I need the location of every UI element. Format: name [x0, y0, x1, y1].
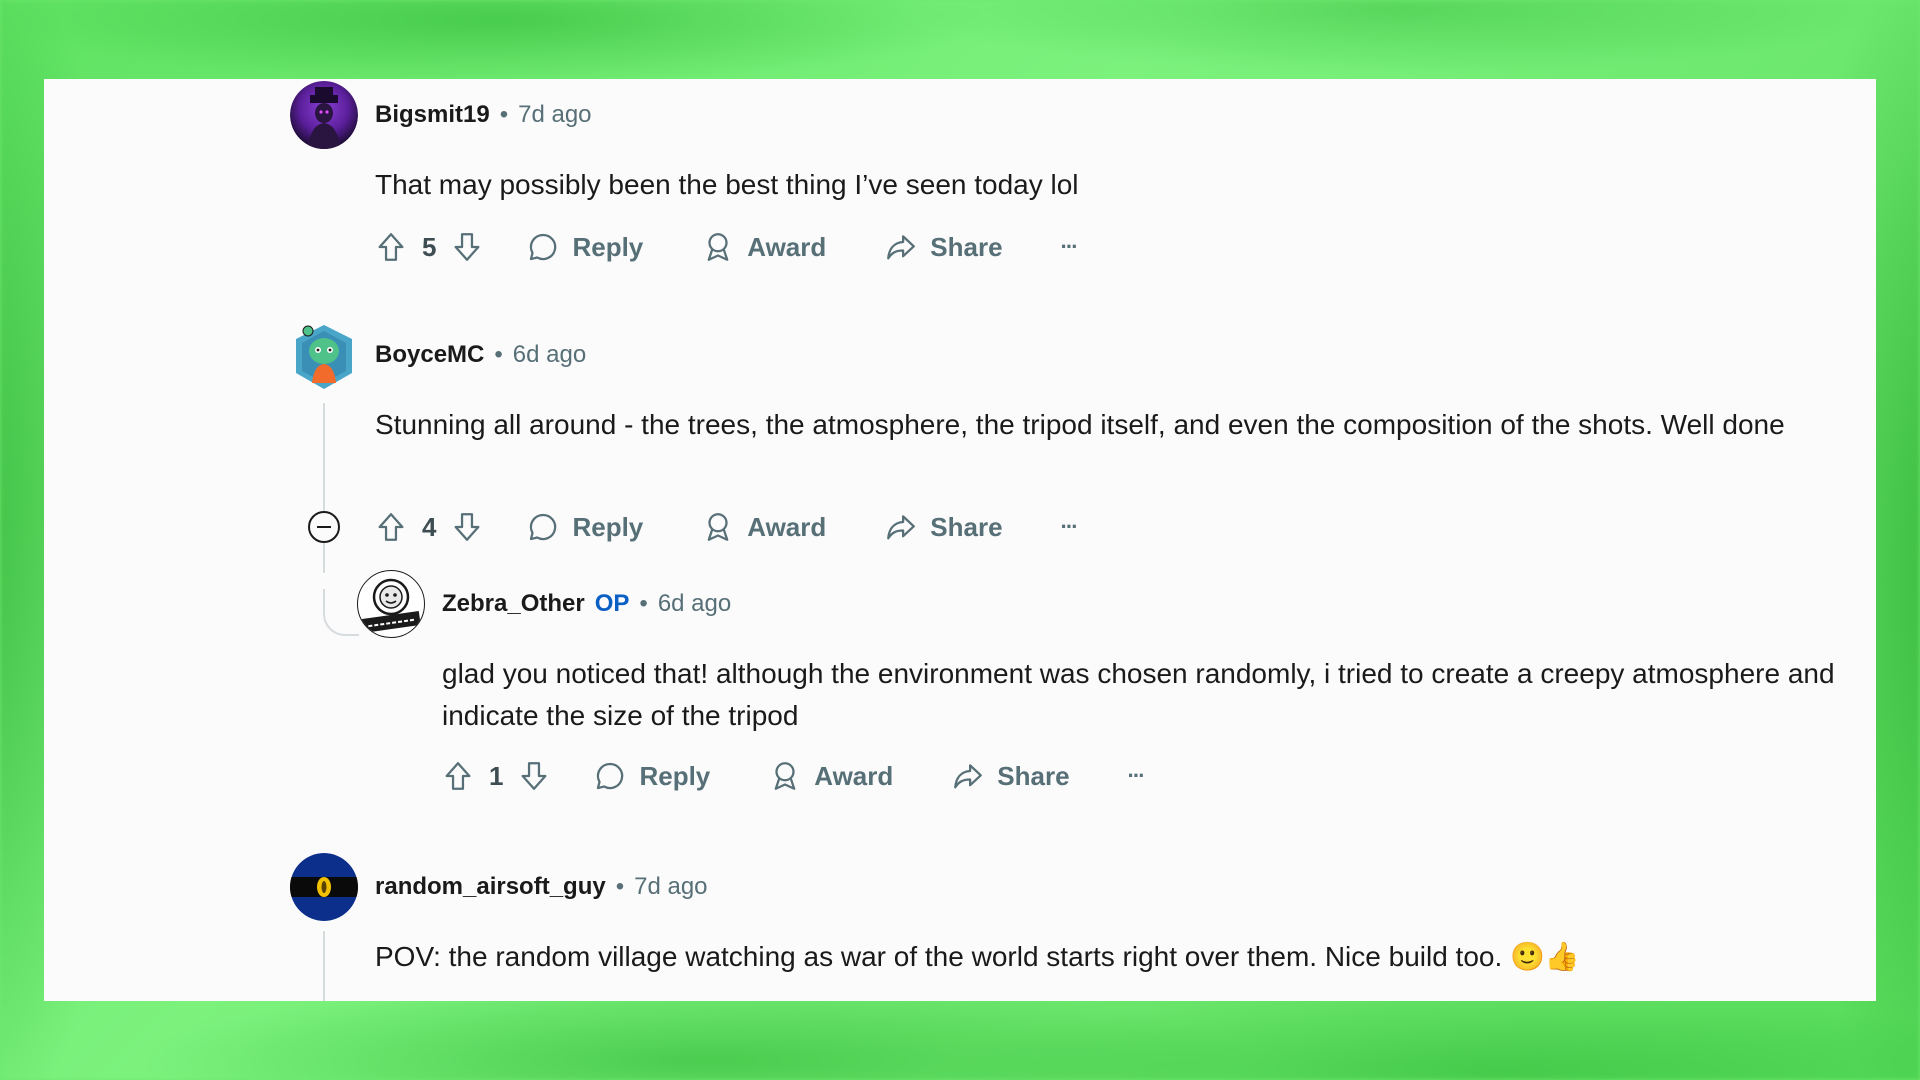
reply-button[interactable]: Reply	[526, 510, 643, 544]
share-arrow-icon	[884, 230, 918, 264]
award-label: Award	[814, 760, 894, 791]
comment-age[interactable]: 7d ago	[634, 873, 707, 901]
avatar[interactable]	[290, 81, 358, 149]
more-options-button[interactable]: ···	[1060, 514, 1079, 540]
author-name[interactable]: BoyceMC	[375, 341, 484, 369]
author-name[interactable]: Zebra_Other	[442, 590, 585, 618]
award-button[interactable]: Award	[768, 759, 893, 793]
downvote-icon[interactable]	[450, 510, 484, 544]
upvote-icon[interactable]	[441, 759, 475, 793]
speech-bubble-icon	[593, 759, 627, 793]
thread-line-random-airsoft	[323, 931, 325, 1001]
vote-score: 5	[422, 231, 437, 262]
meta-separator: •	[639, 590, 648, 617]
comment-meta: BoyceMC • 6d ago	[375, 341, 586, 369]
op-badge: OP	[594, 590, 630, 617]
ellipsis-icon: ···	[1127, 763, 1146, 788]
collapse-thread-button[interactable]	[308, 511, 340, 543]
share-button[interactable]: Share	[884, 510, 1003, 544]
ellipsis-icon: ···	[1060, 514, 1079, 539]
reply-button[interactable]: Reply	[593, 759, 710, 793]
share-arrow-icon	[884, 510, 918, 544]
comment-body: glad you noticed that! although the envi…	[442, 658, 1835, 731]
thread-elbow-reply	[323, 589, 359, 636]
share-button[interactable]: Share	[951, 759, 1070, 793]
thread-line-boycemc	[323, 403, 325, 573]
share-label: Share	[930, 231, 1003, 262]
speech-bubble-icon	[526, 230, 560, 264]
comment-actions: 5 Reply Award Share ···	[374, 223, 1079, 271]
comment-meta: random_airsoft_guy • 7d ago	[375, 873, 708, 901]
comment-meta: Bigsmit19 • 7d ago	[375, 101, 592, 129]
comment-body: That may possibly been the best thing I’…	[375, 169, 1079, 200]
more-options-button[interactable]: ···	[1060, 234, 1079, 260]
comment-actions: 1 Reply Award Share ···	[441, 752, 1146, 800]
reply-button[interactable]: Reply	[526, 230, 643, 264]
avatar[interactable]	[290, 321, 358, 389]
vote-score: 1	[489, 760, 504, 791]
share-button[interactable]: Share	[884, 230, 1003, 264]
ribbon-award-icon	[701, 510, 735, 544]
upvote-icon[interactable]	[374, 230, 408, 264]
downvote-icon[interactable]	[517, 759, 551, 793]
more-options-button[interactable]: ···	[1127, 763, 1146, 789]
reply-label: Reply	[572, 511, 644, 542]
downvote-icon[interactable]	[450, 230, 484, 264]
avatar[interactable]	[357, 570, 425, 638]
author-name[interactable]: random_airsoft_guy	[375, 873, 606, 901]
award-button[interactable]: Award	[701, 230, 826, 264]
vote-controls: 5	[374, 230, 484, 264]
ellipsis-icon: ···	[1060, 234, 1079, 259]
comment-meta: Zebra_Other OP • 6d ago	[442, 590, 731, 618]
vote-controls: 4	[374, 510, 484, 544]
comment-age[interactable]: 6d ago	[513, 341, 586, 369]
ribbon-award-icon	[768, 759, 802, 793]
comments-panel: Bigsmit19 • 7d ago That may possibly bee…	[44, 79, 1876, 1001]
share-label: Share	[997, 760, 1070, 791]
avatar[interactable]	[290, 853, 358, 921]
vote-controls: 1	[441, 759, 551, 793]
upvote-icon[interactable]	[374, 510, 408, 544]
meta-separator: •	[494, 341, 503, 368]
meta-separator: •	[615, 873, 625, 900]
ribbon-award-icon	[701, 230, 735, 264]
award-label: Award	[747, 231, 827, 262]
comment-age[interactable]: 6d ago	[658, 590, 731, 618]
comment-age[interactable]: 7d ago	[518, 101, 591, 129]
share-label: Share	[930, 511, 1003, 542]
award-label: Award	[747, 511, 827, 542]
reply-label: Reply	[639, 760, 711, 791]
share-arrow-icon	[951, 759, 985, 793]
comment-body: POV: the random village watching as war …	[375, 941, 1580, 972]
award-button[interactable]: Award	[701, 510, 826, 544]
reply-label: Reply	[572, 231, 644, 262]
comment-body: Stunning all around - the trees, the atm…	[375, 409, 1785, 440]
vote-score: 4	[422, 511, 437, 542]
speech-bubble-icon	[526, 510, 560, 544]
meta-separator: •	[499, 101, 509, 128]
comment-actions: 4 Reply Award Share ···	[374, 503, 1079, 551]
author-name[interactable]: Bigsmit19	[375, 101, 490, 129]
